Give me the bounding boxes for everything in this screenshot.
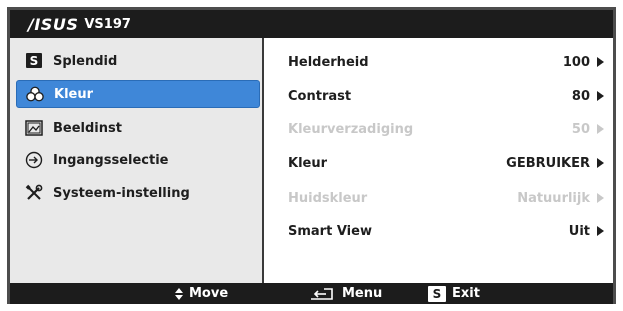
setting-label: Helderheid (288, 54, 369, 70)
footer-menu: Menu (310, 283, 382, 304)
sidebar-item-label: Kleur (54, 86, 94, 102)
osd-footer: Move Menu S Exit (10, 283, 613, 304)
sidebar-item-label: Systeem-instelling (53, 185, 190, 201)
setting-row-huidskleur: Huidskleur Natuurlijk (288, 187, 608, 209)
splendid-s-icon: S (25, 52, 43, 70)
footer-move: Move (175, 283, 228, 304)
setting-value: 80 (571, 88, 590, 104)
sidebar-item-kleur[interactable]: Kleur (16, 80, 260, 108)
footer-menu-label: Menu (342, 286, 383, 301)
setting-row-kleurverzadiging: Kleurverzadiging 50 (288, 118, 608, 140)
setting-row-helderheid[interactable]: Helderheid 100 (288, 51, 608, 73)
setting-label: Kleur (288, 155, 328, 171)
footer-move-label: Move (189, 286, 229, 301)
enter-icon (310, 287, 336, 301)
sidebar-item-label: Beeldinst (53, 120, 122, 136)
arrow-right-icon (597, 193, 604, 203)
osd-header: /ISUS VS197 (10, 10, 613, 38)
setting-row-contrast[interactable]: Contrast 80 (288, 85, 608, 107)
settings-panel: Helderheid 100 Contrast 80 Kleurverzadig… (264, 38, 613, 283)
color-circles-icon (26, 85, 44, 103)
input-select-icon (25, 151, 43, 169)
setting-value: 50 (571, 121, 590, 137)
sidebar-item-ingangsselectie[interactable]: Ingangsselectie (16, 147, 258, 173)
setting-row-smart-view[interactable]: Smart View Uit (288, 220, 608, 242)
model-name: VS197 (84, 16, 131, 32)
arrow-right-icon (597, 124, 604, 134)
footer-exit: S Exit (428, 283, 480, 304)
setting-value: 100 (562, 54, 590, 70)
setting-label: Kleurverzadiging (288, 121, 414, 137)
setting-label: Contrast (288, 88, 352, 104)
sidebar: S Splendid Kleur Beeldinst Ingangsselect… (10, 38, 262, 283)
sidebar-item-beeldinst[interactable]: Beeldinst (16, 115, 258, 141)
sidebar-item-label: Ingangsselectie (53, 152, 169, 168)
brand-logo: /ISUS (28, 14, 79, 34)
svg-text:S: S (30, 54, 39, 68)
footer-exit-label: Exit (452, 286, 480, 301)
arrow-right-icon (597, 57, 604, 67)
setting-row-kleur[interactable]: Kleur GEBRUIKER (288, 152, 608, 174)
setting-value: Uit (568, 223, 590, 239)
setting-label: Smart View (288, 223, 372, 239)
sidebar-item-splendid[interactable]: S Splendid (16, 48, 258, 74)
sidebar-item-systeem-instelling[interactable]: Systeem-instelling (16, 180, 258, 206)
tools-icon (25, 184, 43, 202)
brand: /ISUS VS197 (28, 14, 131, 34)
up-down-arrows-icon (175, 287, 183, 300)
setting-value: GEBRUIKER (506, 155, 590, 171)
image-settings-icon (25, 119, 43, 137)
monitor-osd-menu: /ISUS VS197 S Splendid Kleur Beeldinst I… (0, 0, 623, 311)
s-key-icon: S (428, 285, 446, 302)
arrow-right-icon (597, 91, 604, 101)
setting-label: Huidskleur (288, 190, 368, 206)
arrow-right-icon (597, 158, 604, 168)
sidebar-item-label: Splendid (53, 53, 118, 69)
arrow-right-icon (597, 226, 604, 236)
setting-value: Natuurlijk (517, 190, 590, 206)
